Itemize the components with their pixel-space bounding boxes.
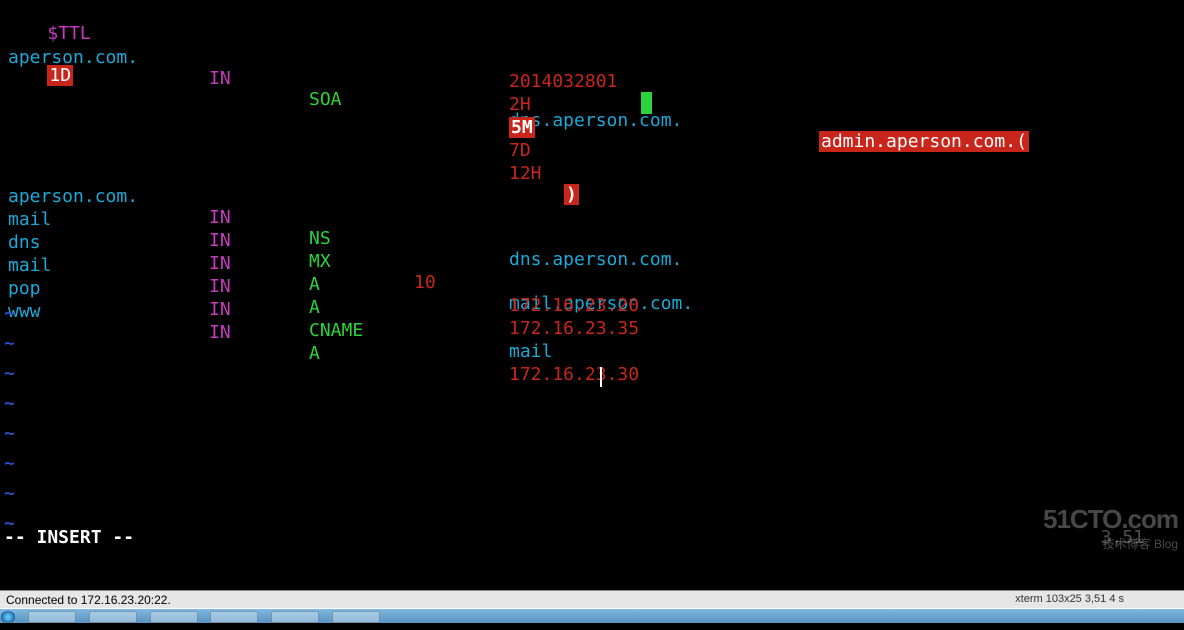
empty-line-tilde: ~: [4, 363, 1184, 385]
empty-line-tilde: ~: [4, 483, 1184, 505]
text-cursor-caret: [600, 367, 602, 387]
empty-line-tilde: ~: [4, 303, 1184, 325]
xterm-info: xterm 103x25 3,51 4 s: [1015, 590, 1124, 608]
taskbar-item[interactable]: [210, 611, 258, 623]
taskbar-item[interactable]: [271, 611, 319, 623]
connection-status-bar: Connected to 172.16.23.20:22.: [0, 590, 1184, 609]
vim-mode-indicator: -- INSERT --: [4, 527, 134, 548]
watermark-sub: 技术博客 Blog: [1043, 535, 1178, 552]
empty-line-tilde: ~: [4, 513, 1184, 535]
start-button-icon[interactable]: [1, 611, 15, 623]
empty-line-tilde: ~: [4, 393, 1184, 415]
watermark: 51CTO.com 技术博客 Blog: [1043, 504, 1178, 552]
taskbar-item[interactable]: [150, 611, 198, 623]
taskbar-item[interactable]: [89, 611, 137, 623]
empty-line-tilde: ~: [4, 423, 1184, 445]
taskbar[interactable]: [0, 608, 1184, 623]
empty-line-tilde: ~: [4, 453, 1184, 475]
taskbar-item[interactable]: [28, 611, 76, 623]
watermark-main: 51CTO.com: [1043, 504, 1178, 535]
empty-line-tilde: ~: [4, 333, 1184, 355]
terminal-viewport[interactable]: $TTL 1D aperson.com. IN SOA dns.aperson.…: [0, 0, 1184, 590]
taskbar-item[interactable]: [332, 611, 380, 623]
